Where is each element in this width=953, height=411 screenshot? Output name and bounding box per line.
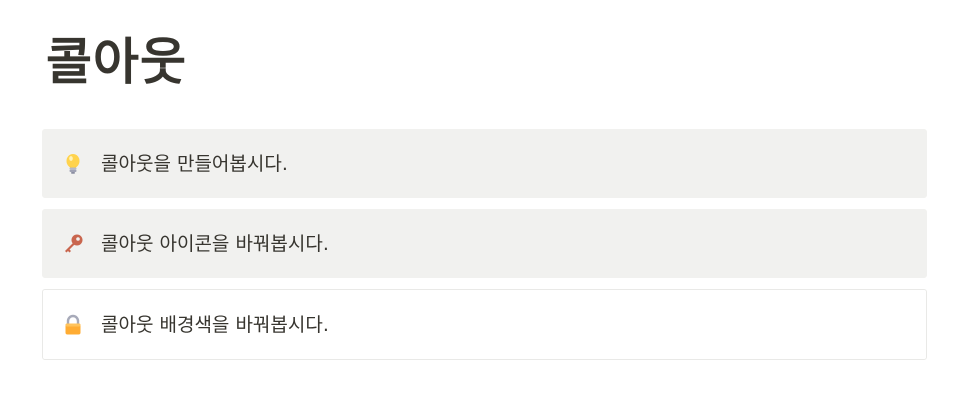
callout-text[interactable]: 콜아웃 아이콘을 바꿔봅시다. (101, 230, 329, 258)
callout-list: 콜아웃을 만들어봅시다. 콜아웃 아이콘을 바꿔봅시다. 콜아웃 배경색을 바꿔… (42, 129, 927, 371)
lightbulb-icon[interactable] (61, 152, 85, 176)
key-icon[interactable] (61, 232, 85, 256)
callout-text[interactable]: 콜아웃을 만들어봅시다. (101, 150, 288, 178)
page-title[interactable]: 콜아웃 (46, 30, 187, 94)
callout-block[interactable]: 콜아웃 아이콘을 바꿔봅시다. (42, 209, 927, 278)
callout-block[interactable]: 콜아웃 배경색을 바꿔봅시다. (42, 289, 927, 360)
callout-block[interactable]: 콜아웃을 만들어봅시다. (42, 129, 927, 198)
callout-text[interactable]: 콜아웃 배경색을 바꿔봅시다. (101, 311, 329, 339)
lock-icon[interactable] (61, 313, 85, 337)
